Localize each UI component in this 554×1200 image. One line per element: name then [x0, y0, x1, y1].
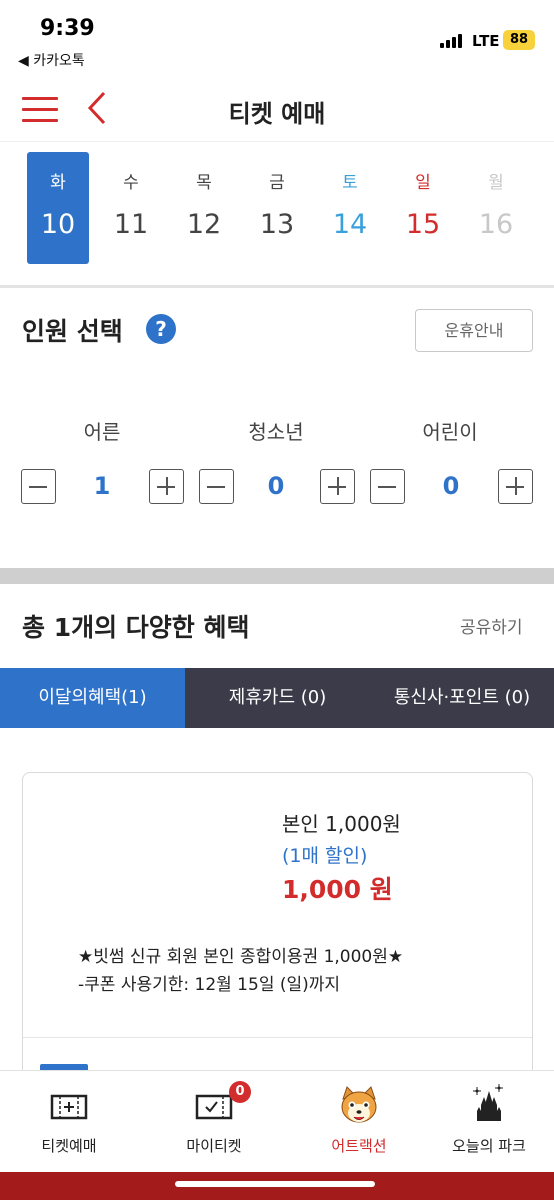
tab-telecom-points[interactable]: 통신사·포인트 (0)	[370, 668, 554, 728]
ticket-icon	[50, 1093, 88, 1125]
bottom-navigation: 티켓예매 0 마이티켓 어트랙션 오늘의 파크	[0, 1070, 554, 1172]
benefit-price-title: 본인 1,000원	[282, 812, 401, 836]
adult-plus-button[interactable]	[149, 469, 184, 504]
nav-today-park[interactable]: 오늘의 파크	[420, 1071, 554, 1173]
nav-attractions[interactable]: 어트랙션	[290, 1071, 428, 1173]
benefit-price-note: (1매 할인)	[282, 845, 368, 867]
youth-label: 청소년	[248, 420, 304, 444]
youth-count: 0	[267, 472, 285, 500]
youth-minus-button[interactable]	[199, 469, 234, 504]
benefit-description: ★빗썸 신규 회원 본인 종합이용권 1,000원★	[78, 947, 404, 967]
tab-partner-cards[interactable]: 제휴카드 (0)	[185, 668, 370, 728]
tab-monthly-benefits[interactable]: 이달의혜택(1)	[0, 668, 185, 728]
day-of-week: 월	[488, 173, 504, 193]
person-section-title: 인원 선택	[22, 317, 123, 346]
youth-plus-button[interactable]	[320, 469, 355, 504]
day-of-week: 목	[196, 173, 212, 193]
date-selector: 화 10 수 11 목 12 금 13 토 14 일 15 월 16	[20, 152, 534, 264]
date-cell-13[interactable]: 금 13	[246, 152, 308, 264]
benefit-expiry: -쿠폰 사용기한: 12월 15일 (일)까지	[78, 975, 341, 995]
ticket-booking-page: 9:39 ◀ 카카오톡 LTE 88 티켓 예매 화 10 수 11 목 12	[0, 0, 554, 1200]
date-cell-11[interactable]: 수 11	[100, 152, 162, 264]
section-divider	[0, 285, 554, 288]
day-of-week: 토	[342, 173, 358, 193]
nav-label: 어트랙션	[331, 1137, 387, 1155]
day-number: 12	[186, 209, 222, 240]
day-of-week: 수	[123, 173, 139, 193]
raccoon-mascot-icon	[337, 1085, 381, 1133]
child-plus-button[interactable]	[498, 469, 533, 504]
app-header: 티켓 예매	[0, 76, 554, 142]
nav-label: 오늘의 파크	[452, 1137, 526, 1155]
benefit-price-amount: 1,000 원	[282, 875, 393, 904]
home-indicator[interactable]	[175, 1181, 375, 1187]
date-cell-10[interactable]: 화 10	[27, 152, 89, 264]
benefit-tabs: 이달의혜택(1) 제휴카드 (0) 통신사·포인트 (0)	[0, 668, 554, 728]
day-number: 13	[259, 209, 295, 240]
card-divider	[23, 1037, 532, 1038]
ticket-count-badge: 0	[229, 1081, 251, 1103]
page-title: 티켓 예매	[228, 100, 326, 128]
day-number: 14	[332, 209, 368, 240]
adult-count: 1	[93, 472, 111, 500]
date-cell-14[interactable]: 토 14	[319, 152, 381, 264]
child-minus-button[interactable]	[370, 469, 405, 504]
day-of-week: 화	[50, 173, 66, 193]
battery-icon: 88	[503, 30, 535, 50]
signal-icon	[440, 34, 466, 48]
network-type: LTE	[472, 32, 500, 50]
adult-label: 어른	[83, 420, 121, 444]
status-bar: 9:39 ◀ 카카오톡 LTE 88	[0, 0, 554, 76]
share-link[interactable]: 공유하기	[460, 613, 523, 638]
child-label: 어린이	[422, 420, 478, 444]
adult-minus-button[interactable]	[21, 469, 56, 504]
day-number: 10	[40, 209, 76, 240]
back-to-app-link[interactable]: ◀ 카카오톡	[18, 50, 85, 70]
nav-label: 티켓예매	[41, 1137, 97, 1155]
castle-fireworks-icon	[469, 1083, 509, 1127]
rest-info-button[interactable]: 운휴안내	[415, 309, 533, 352]
date-cell-15[interactable]: 일 15	[392, 152, 454, 264]
day-number: 16	[478, 209, 514, 240]
section-separator	[0, 568, 554, 584]
benefits-title: 총 1개의 다양한 혜택	[22, 613, 250, 642]
day-number: 11	[113, 209, 149, 240]
date-cell-12[interactable]: 목 12	[173, 152, 235, 264]
help-icon[interactable]: ?	[146, 314, 176, 344]
status-time: 9:39	[40, 16, 95, 41]
date-cell-16: 월 16	[465, 152, 527, 264]
day-number: 15	[405, 209, 441, 240]
my-ticket-icon	[195, 1093, 233, 1125]
child-count: 0	[442, 472, 460, 500]
nav-my-ticket[interactable]: 0 마이티켓	[145, 1071, 283, 1173]
nav-ticket-booking[interactable]: 티켓예매	[0, 1071, 138, 1173]
day-of-week: 금	[269, 173, 285, 193]
day-of-week: 일	[415, 173, 431, 193]
nav-label: 마이티켓	[186, 1137, 242, 1155]
